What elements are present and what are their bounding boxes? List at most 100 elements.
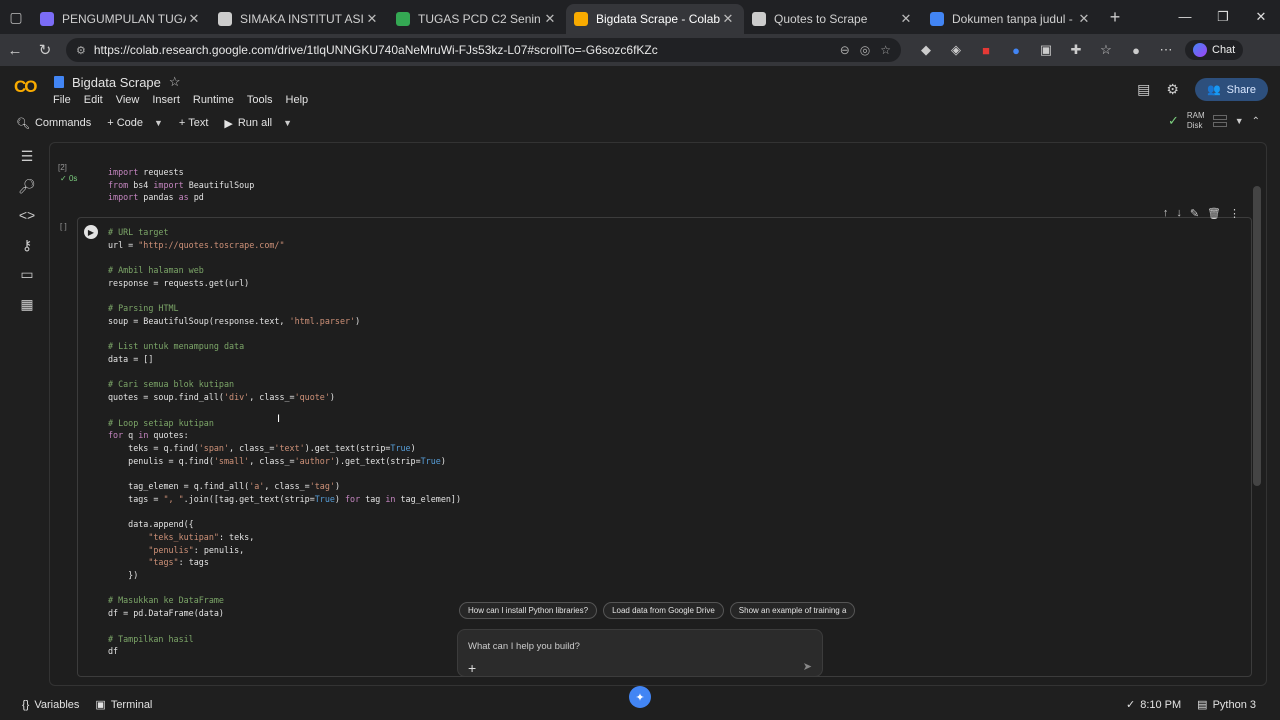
colab-logo[interactable]: CO <box>14 77 37 97</box>
gemini-input[interactable]: What can I help you build? <box>468 641 580 652</box>
more-menu-icon[interactable]: ⋯ <box>1151 42 1181 58</box>
settings-gear-icon[interactable]: ⚙ <box>1166 81 1179 98</box>
secrets-key-icon[interactable]: ⚷ <box>0 231 54 261</box>
edit-icon[interactable]: ✎ <box>1190 207 1199 220</box>
tab-title: Dokumen tanpa judul - Goog <box>952 12 1076 26</box>
url-text[interactable]: https://colab.research.google.com/drive/… <box>94 43 830 57</box>
new-tab-button[interactable]: + <box>1100 7 1130 28</box>
gemini-fab-button[interactable]: ✦ <box>629 686 651 708</box>
gemini-prompt-box[interactable]: What can I help you build? + ➤ <box>457 629 823 677</box>
collapse-chevron-icon[interactable]: ⌃ <box>1252 116 1260 127</box>
terminal-icon: ▣ <box>95 699 106 711</box>
close-tab-icon[interactable]: ✕ <box>898 11 914 27</box>
omnibox[interactable]: ⚙ https://colab.research.google.com/driv… <box>66 38 901 62</box>
chevron-down-icon[interactable]: ▼ <box>154 118 163 128</box>
menu-item-edit[interactable]: Edit <box>84 94 103 106</box>
gemini-icon <box>1193 43 1207 57</box>
cell1-code[interactable]: import requests from bs4 import Beautifu… <box>108 166 254 204</box>
exec-time: 8:10 PM <box>1140 698 1182 711</box>
execution-status[interactable]: ✓ 8:10 PM <box>1125 698 1182 712</box>
close-tab-icon[interactable]: ✕ <box>1076 11 1092 27</box>
menu-item-runtime[interactable]: Runtime <box>193 94 234 106</box>
extensions-puzzle-icon[interactable]: ✚ <box>1061 42 1091 58</box>
commands-button[interactable]: 🔍︎ Commands <box>16 117 91 130</box>
browser-tab[interactable]: Dokumen tanpa judul - Goog✕ <box>922 4 1100 34</box>
close-window-button[interactable]: ✕ <box>1242 9 1280 25</box>
more-vert-icon[interactable]: ⋮ <box>1229 207 1240 220</box>
add-code-button[interactable]: + Code ▼ <box>107 117 163 129</box>
extension-icon[interactable]: ■ <box>971 43 1001 58</box>
menu-item-view[interactable]: View <box>116 94 140 106</box>
browser-tab[interactable]: TUGAS PCD C2 Senin 09:30-1✕ <box>388 4 566 34</box>
runtime-button[interactable]: ▤ Python 3 <box>1197 698 1256 712</box>
menu-item-file[interactable]: File <box>53 94 71 106</box>
send-icon[interactable]: ➤ <box>803 660 812 673</box>
chat-button[interactable]: Chat <box>1185 40 1244 60</box>
tab-search-icon[interactable]: ▢ <box>0 0 32 34</box>
notebook-title[interactable]: Bigdata Scrape <box>72 75 161 90</box>
play-icon: ▶ <box>224 117 233 130</box>
cell1-exec-time: ✓ 0s <box>60 174 77 183</box>
move-up-icon[interactable]: ↑ <box>1163 207 1169 220</box>
extension-icon[interactable]: ▣ <box>1031 42 1061 58</box>
menu-bar: File Edit View Insert Runtime Tools Help <box>53 94 308 106</box>
bookmark-star-icon[interactable]: ☆ <box>880 43 891 57</box>
find-icon[interactable]: 🔎︎ <box>0 172 54 202</box>
variables-button[interactable]: {} Variables <box>22 699 79 711</box>
menu-item-insert[interactable]: Insert <box>152 94 180 106</box>
close-tab-icon[interactable]: ✕ <box>186 11 202 27</box>
menu-item-help[interactable]: Help <box>286 94 309 106</box>
browser-tab[interactable]: PENGUMPULAN TUGAS BIGD✕ <box>32 4 210 34</box>
close-tab-icon[interactable]: ✕ <box>364 11 380 27</box>
chevron-down-icon[interactable]: ▼ <box>283 118 292 128</box>
favorites-icon[interactable]: ☆ <box>1091 42 1121 58</box>
comments-icon[interactable]: ▤ <box>1137 81 1150 98</box>
reload-button[interactable]: ↻ <box>30 41 60 59</box>
back-button[interactable]: ← <box>0 42 30 59</box>
minimize-button[interactable]: — <box>1166 9 1204 25</box>
files-folder-icon[interactable]: ▭ <box>0 260 54 290</box>
runtime-icon: ▤ <box>1197 699 1208 711</box>
restore-button[interactable]: ❐ <box>1204 9 1242 25</box>
menu-item-tools[interactable]: Tools <box>247 94 273 106</box>
suggestion-chip[interactable]: How can I install Python libraries? <box>459 602 598 619</box>
chevron-down-icon[interactable]: ▼ <box>1235 116 1244 126</box>
window-controls: — ❐ ✕ <box>1166 9 1280 25</box>
tab-title: Bigdata Scrape - Colab <box>596 12 720 26</box>
extension-icon[interactable]: ● <box>1001 43 1031 58</box>
toc-icon[interactable]: ☰ <box>0 142 54 172</box>
add-text-button[interactable]: + Text <box>179 117 208 129</box>
close-tab-icon[interactable]: ✕ <box>542 11 558 27</box>
address-toolbar: ← ↻ ⚙ https://colab.research.google.com/… <box>0 34 1280 66</box>
notebook-scrollbar[interactable] <box>1253 186 1261 486</box>
star-icon[interactable]: ☆ <box>169 74 181 90</box>
check-icon: ✓ <box>1125 699 1136 711</box>
people-icon: 👥 <box>1206 84 1221 96</box>
suggestion-chip[interactable]: Show an example of training a <box>729 602 856 619</box>
close-tab-icon[interactable]: ✕ <box>720 11 736 27</box>
add-attachment-icon[interactable]: + <box>468 660 476 676</box>
share-button[interactable]: 👥 Share <box>1194 78 1268 101</box>
cell2-code[interactable]: # URL target url = "http://quotes.toscra… <box>108 226 461 658</box>
check-icon: ✓ <box>60 174 67 183</box>
profile-avatar[interactable]: ● <box>1121 43 1151 58</box>
terminal-label: Terminal <box>110 698 153 711</box>
browser-tab[interactable]: Bigdata Scrape - Colab ✕ <box>566 4 744 34</box>
terminal-button[interactable]: ▣ Terminal <box>95 698 153 712</box>
browser-tab[interactable]: Quotes to Scrape ✕ <box>744 4 922 34</box>
data-table-icon[interactable]: ▦ <box>0 290 54 320</box>
zoom-icon[interactable]: ⊖ <box>840 43 850 57</box>
extension-icon[interactable]: ◆ <box>911 42 941 58</box>
run-all-button[interactable]: ▶ Run all ▼ <box>224 117 292 130</box>
move-down-icon[interactable]: ↓ <box>1176 207 1182 220</box>
run-cell-button[interactable]: ▶ <box>84 225 98 239</box>
suggestion-chip[interactable]: Load data from Google Drive <box>603 602 724 619</box>
extension-icon[interactable]: ◈ <box>941 42 971 58</box>
delete-icon[interactable]: 🗑︎ <box>1207 207 1221 220</box>
browser-tab[interactable]: SIMAKA INSTITUT ASIA ✕ <box>210 4 388 34</box>
suggestion-chips: How can I install Python libraries? Load … <box>459 602 856 619</box>
resource-indicator[interactable]: ✓ RAM Disk ▼ ⌃ <box>1168 111 1260 131</box>
lens-icon[interactable]: ◎ <box>860 43 870 57</box>
code-snippets-icon[interactable]: <> <box>0 201 54 231</box>
site-info-icon[interactable]: ⚙ <box>76 44 86 57</box>
